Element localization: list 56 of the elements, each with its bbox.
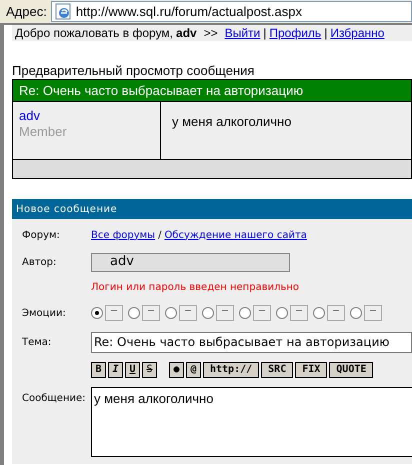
address-field[interactable]: http://www.sql.ru/forum/actualpost.aspx <box>50 1 412 22</box>
page-icon <box>54 3 72 20</box>
format-button[interactable]: http:// <box>203 362 260 378</box>
radio-button[interactable] <box>165 307 177 319</box>
address-label: Адрес: <box>6 2 47 21</box>
emoticon-icon <box>216 305 234 321</box>
radio-button[interactable] <box>128 307 140 319</box>
emoticon-icon <box>290 305 308 321</box>
format-button[interactable]: ● <box>169 362 184 378</box>
radio-button[interactable] <box>91 307 103 319</box>
url-text: http://www.sql.ru/forum/actualpost.aspx <box>76 2 302 21</box>
nav-link[interactable]: Избранно <box>330 25 384 41</box>
field-label: Эмоции: <box>22 308 66 318</box>
format-button[interactable]: @ <box>186 362 201 378</box>
separator-text: >> <box>204 25 218 41</box>
error-message: Логин или пароль введен неправильно <box>91 280 300 294</box>
format-button[interactable]: I <box>108 362 123 378</box>
user-name: adv <box>176 25 197 41</box>
message-textarea[interactable]: у меня алкоголично <box>91 387 412 457</box>
field-label: Тема: <box>22 336 52 348</box>
post-header: Re: Очень часто выбрасывает на авторизацию <box>13 80 411 102</box>
preview-title: Предварительный просмотр сообщения <box>12 63 256 79</box>
format-button[interactable]: SRC <box>261 362 294 378</box>
nav-link[interactable]: Профиль <box>269 25 322 41</box>
emoticon-icon <box>327 305 345 321</box>
emoticon-icon <box>105 305 123 321</box>
separator-text: / <box>158 228 162 242</box>
welcome-text: Добро пожаловать в форум, <box>15 25 174 41</box>
format-button[interactable]: S <box>142 362 157 378</box>
post-text: у меня алкоголично <box>172 114 292 129</box>
emoticon-icon <box>142 305 160 321</box>
author-name: adv <box>19 108 41 124</box>
format-button[interactable]: U <box>125 362 140 378</box>
emoticon-icon <box>179 305 197 321</box>
subject-field[interactable]: Re: Очень часто выбрасывает на авторизацию <box>91 332 412 352</box>
emoticon-icon <box>253 305 271 321</box>
radio-button[interactable] <box>276 307 288 319</box>
format-button[interactable]: B <box>91 362 106 378</box>
format-button[interactable]: FIX <box>295 362 328 378</box>
forum-link[interactable]: Обсуждение нашего сайта <box>164 228 307 242</box>
separator-text: | <box>263 25 266 41</box>
nav-link[interactable]: Выйти <box>224 25 260 41</box>
radio-button[interactable] <box>313 307 325 319</box>
author-rank: Member <box>19 124 68 140</box>
radio-button[interactable] <box>202 307 214 319</box>
author-field[interactable]: adv <box>91 252 290 272</box>
radio-button[interactable] <box>350 307 362 319</box>
field-label: Форум: <box>22 230 60 240</box>
format-button[interactable]: QUOTE <box>329 362 374 378</box>
field-label: Автор: <box>22 256 56 268</box>
radio-button[interactable] <box>239 307 251 319</box>
separator-text: | <box>324 25 328 41</box>
emoticon-icon <box>364 305 382 321</box>
panel-header: Новое сообщение <box>12 199 412 219</box>
forum-link[interactable]: Все форумы <box>91 228 156 242</box>
field-label: Сообщение: <box>22 393 86 404</box>
